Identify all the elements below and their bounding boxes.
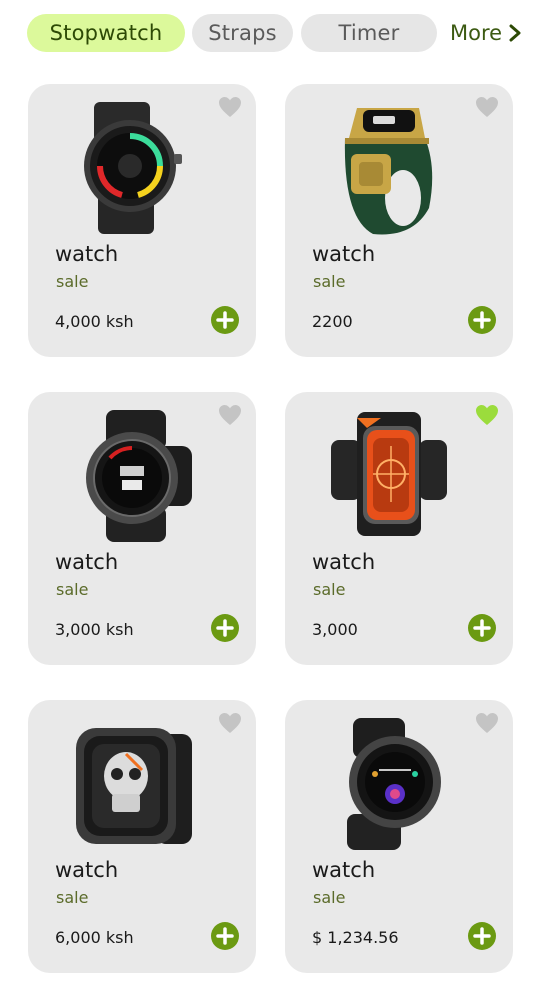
product-card[interactable]: watch sale 4,000 ksh — [28, 84, 256, 357]
product-price: $ 1,234.56 — [312, 928, 399, 947]
product-card[interactable]: watch sale 3,000 ksh — [28, 392, 256, 665]
product-title: watch — [55, 242, 119, 266]
product-price: 2200 — [312, 312, 353, 331]
add-to-cart-icon[interactable] — [210, 305, 240, 335]
more-button[interactable]: More — [450, 14, 522, 52]
product-price: 4,000 ksh — [55, 312, 134, 331]
favorite-heart-icon[interactable] — [218, 712, 242, 734]
product-sale-tag: sale — [313, 888, 346, 907]
product-card[interactable]: watch sale 3,000 — [285, 392, 513, 665]
favorite-heart-icon[interactable] — [475, 96, 499, 118]
product-price: 6,000 ksh — [55, 928, 134, 947]
product-card[interactable]: watch sale $ 1,234.56 — [285, 700, 513, 973]
category-tabs: Stopwatch Straps Timer More — [27, 14, 538, 52]
product-card[interactable]: watch sale 6,000 ksh — [28, 700, 256, 973]
add-to-cart-icon[interactable] — [467, 305, 497, 335]
smart-ring-image — [323, 98, 451, 236]
orange-square-smartwatch-image — [323, 406, 451, 544]
product-sale-tag: sale — [56, 580, 89, 599]
product-title: watch — [312, 242, 376, 266]
chevron-right-icon — [509, 24, 521, 42]
favorite-heart-icon[interactable] — [475, 712, 499, 734]
product-sale-tag: sale — [313, 580, 346, 599]
product-sale-tag: sale — [313, 272, 346, 291]
skull-face-smartwatch-image — [66, 714, 194, 852]
product-card[interactable]: watch sale 2200 — [285, 84, 513, 357]
product-title: watch — [312, 858, 376, 882]
product-sale-tag: sale — [56, 272, 89, 291]
product-title: watch — [312, 550, 376, 574]
product-price: 3,000 — [312, 620, 358, 639]
tab-stopwatch[interactable]: Stopwatch — [27, 14, 185, 52]
tab-straps[interactable]: Straps — [192, 14, 293, 52]
product-sale-tag: sale — [56, 888, 89, 907]
rugged-smartwatch-image — [66, 98, 194, 236]
add-to-cart-icon[interactable] — [467, 613, 497, 643]
product-title: watch — [55, 550, 119, 574]
add-to-cart-icon[interactable] — [467, 921, 497, 951]
more-label: More — [450, 21, 503, 45]
add-to-cart-icon[interactable] — [210, 613, 240, 643]
favorite-heart-icon[interactable] — [218, 404, 242, 426]
product-title: watch — [55, 858, 119, 882]
black-round-smartwatch-image — [323, 714, 451, 852]
add-to-cart-icon[interactable] — [210, 921, 240, 951]
favorite-heart-icon[interactable] — [475, 404, 499, 426]
round-smartwatch-image — [66, 406, 194, 544]
product-price: 3,000 ksh — [55, 620, 134, 639]
tab-timer[interactable]: Timer — [301, 14, 437, 52]
favorite-heart-icon[interactable] — [218, 96, 242, 118]
